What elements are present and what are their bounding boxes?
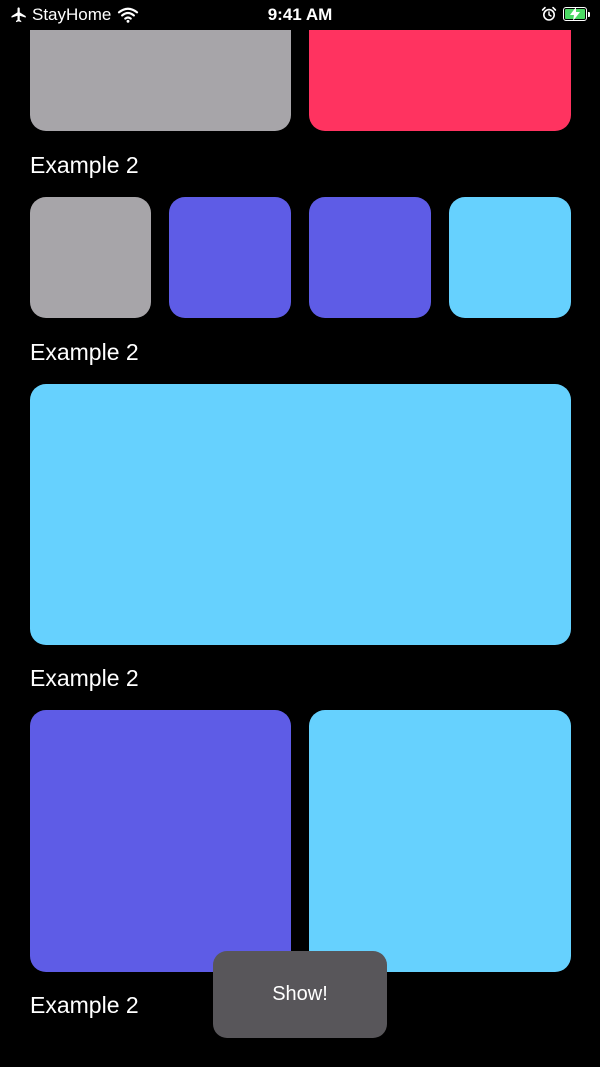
status-right	[541, 5, 590, 23]
tile-gray	[30, 14, 291, 131]
battery-nub	[588, 11, 590, 17]
alarm-icon	[541, 6, 557, 21]
tile-indigo	[30, 710, 291, 972]
status-bar: StayHome 9:41 AM	[0, 0, 600, 30]
tile-indigo	[169, 197, 291, 318]
battery-charging-icon	[563, 7, 587, 21]
scroll-content[interactable]: Example 2 Example 2 Example 2 Example 2	[0, 0, 600, 1067]
tile-light-blue	[30, 384, 571, 645]
tile-light-blue	[449, 197, 571, 318]
status-time: 9:41 AM	[267, 5, 333, 24]
tile-indigo	[309, 197, 431, 318]
tile-red	[309, 14, 571, 131]
section-label: Example 2	[30, 152, 139, 178]
section-label: Example 2	[30, 665, 139, 691]
section-label: Example 2	[30, 339, 139, 365]
section-label: Example 2	[30, 992, 139, 1018]
tile-gray	[30, 197, 151, 318]
tile-light-blue	[309, 710, 571, 972]
show-toast-button[interactable]: Show!	[213, 951, 387, 1038]
